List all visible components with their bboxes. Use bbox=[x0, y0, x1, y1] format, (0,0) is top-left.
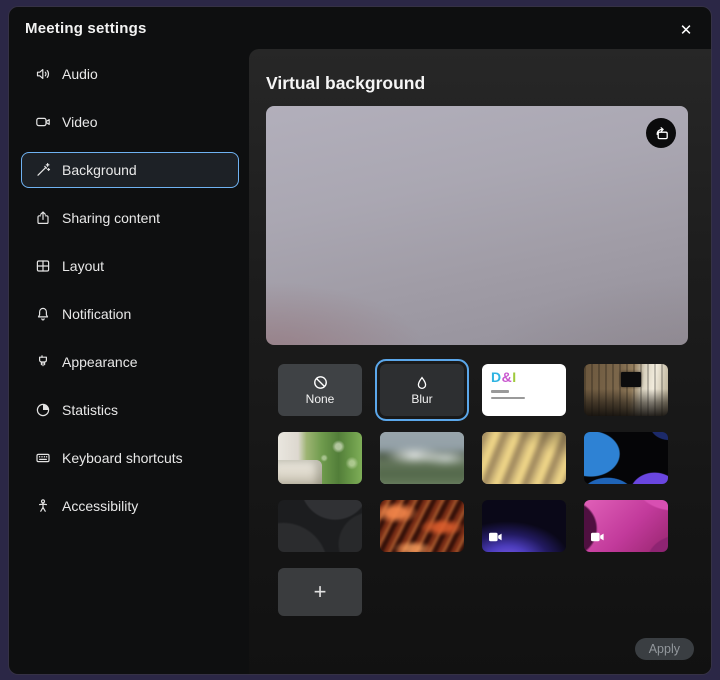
panel-heading: Virtual background bbox=[266, 73, 711, 94]
camera-icon bbox=[35, 114, 51, 130]
background-option-blur-selected[interactable]: Blur bbox=[380, 364, 464, 416]
sidebar-item-accessibility[interactable]: Accessibility bbox=[21, 488, 239, 524]
dandi-logo-text: D&I bbox=[491, 371, 517, 384]
sidebar-item-appearance[interactable]: Appearance bbox=[21, 344, 239, 380]
sidebar-item-label: Sharing content bbox=[62, 210, 160, 226]
virtual-background-panel: Virtual background None Blur D&I bbox=[249, 49, 711, 674]
video-camera-icon bbox=[489, 530, 502, 545]
sidebar-item-label: Layout bbox=[62, 258, 104, 274]
camera-preview bbox=[266, 106, 688, 345]
background-option-lava-texture[interactable] bbox=[380, 500, 464, 552]
no-background-icon bbox=[312, 374, 329, 391]
droplet-icon bbox=[414, 375, 430, 391]
magic-wand-icon bbox=[35, 162, 51, 178]
add-background-button[interactable]: + bbox=[278, 568, 362, 616]
sidebar-item-notification[interactable]: Notification bbox=[21, 296, 239, 332]
sidebar-item-label: Accessibility bbox=[62, 498, 138, 514]
sidebar-item-label: Appearance bbox=[62, 354, 138, 370]
sidebar-item-label: Notification bbox=[62, 306, 131, 322]
background-option-pink-waves-video[interactable] bbox=[584, 500, 668, 552]
sidebar-item-background[interactable]: Background bbox=[21, 152, 239, 188]
settings-sidebar: Audio Video Background Sharing content L… bbox=[9, 56, 249, 536]
tile-label: Blur bbox=[411, 392, 432, 406]
sidebar-item-label: Statistics bbox=[62, 402, 118, 418]
dandi-tagline-line bbox=[491, 397, 525, 400]
background-option-abstract-blue[interactable] bbox=[584, 432, 668, 484]
sidebar-item-label: Keyboard shortcuts bbox=[62, 450, 183, 466]
sidebar-item-video[interactable]: Video bbox=[21, 104, 239, 140]
background-option-office-photo[interactable] bbox=[584, 364, 668, 416]
share-icon bbox=[35, 210, 51, 226]
sidebar-item-sharing-content[interactable]: Sharing content bbox=[21, 200, 239, 236]
close-icon[interactable]: ✕ bbox=[673, 17, 699, 43]
pie-chart-icon bbox=[35, 402, 51, 418]
sidebar-item-label: Video bbox=[62, 114, 98, 130]
sidebar-item-keyboard-shortcuts[interactable]: Keyboard shortcuts bbox=[21, 440, 239, 476]
video-camera-icon bbox=[591, 530, 604, 545]
flip-camera-icon bbox=[653, 125, 670, 142]
tile-label: None bbox=[306, 392, 335, 406]
background-option-purple-glow-video[interactable] bbox=[482, 500, 566, 552]
background-option-dark-swirl[interactable] bbox=[278, 500, 362, 552]
sidebar-item-statistics[interactable]: Statistics bbox=[21, 392, 239, 428]
speaker-icon bbox=[35, 66, 51, 82]
background-option-blurred-mountains[interactable] bbox=[380, 432, 464, 484]
apply-button[interactable]: Apply bbox=[635, 638, 694, 660]
blurred-image bbox=[380, 500, 464, 552]
sidebar-item-layout[interactable]: Layout bbox=[21, 248, 239, 284]
background-option-living-room-photo[interactable] bbox=[278, 432, 362, 484]
sidebar-item-audio[interactable]: Audio bbox=[21, 56, 239, 92]
blurred-image bbox=[482, 432, 566, 484]
dandi-tagline-line bbox=[491, 390, 509, 393]
background-option-blurred-window-light[interactable] bbox=[482, 432, 566, 484]
sidebar-item-label: Audio bbox=[62, 66, 98, 82]
dialog-title: Meeting settings bbox=[25, 20, 147, 37]
grid-icon bbox=[35, 258, 51, 274]
bell-icon bbox=[35, 306, 51, 322]
plus-icon: + bbox=[314, 581, 327, 603]
background-option-dandi-logo[interactable]: D&I bbox=[482, 364, 566, 416]
sidebar-item-label: Background bbox=[62, 162, 137, 178]
paintbrush-icon bbox=[35, 354, 51, 370]
flip-camera-button[interactable] bbox=[646, 118, 676, 148]
blurred-image bbox=[380, 432, 464, 484]
person-icon bbox=[35, 498, 51, 514]
keyboard-icon bbox=[35, 450, 51, 466]
background-tiles-grid: None Blur D&I bbox=[278, 364, 711, 552]
meeting-settings-dialog: Meeting settings ✕ Audio Video Backgroun… bbox=[8, 6, 712, 675]
background-option-none[interactable]: None bbox=[278, 364, 362, 416]
